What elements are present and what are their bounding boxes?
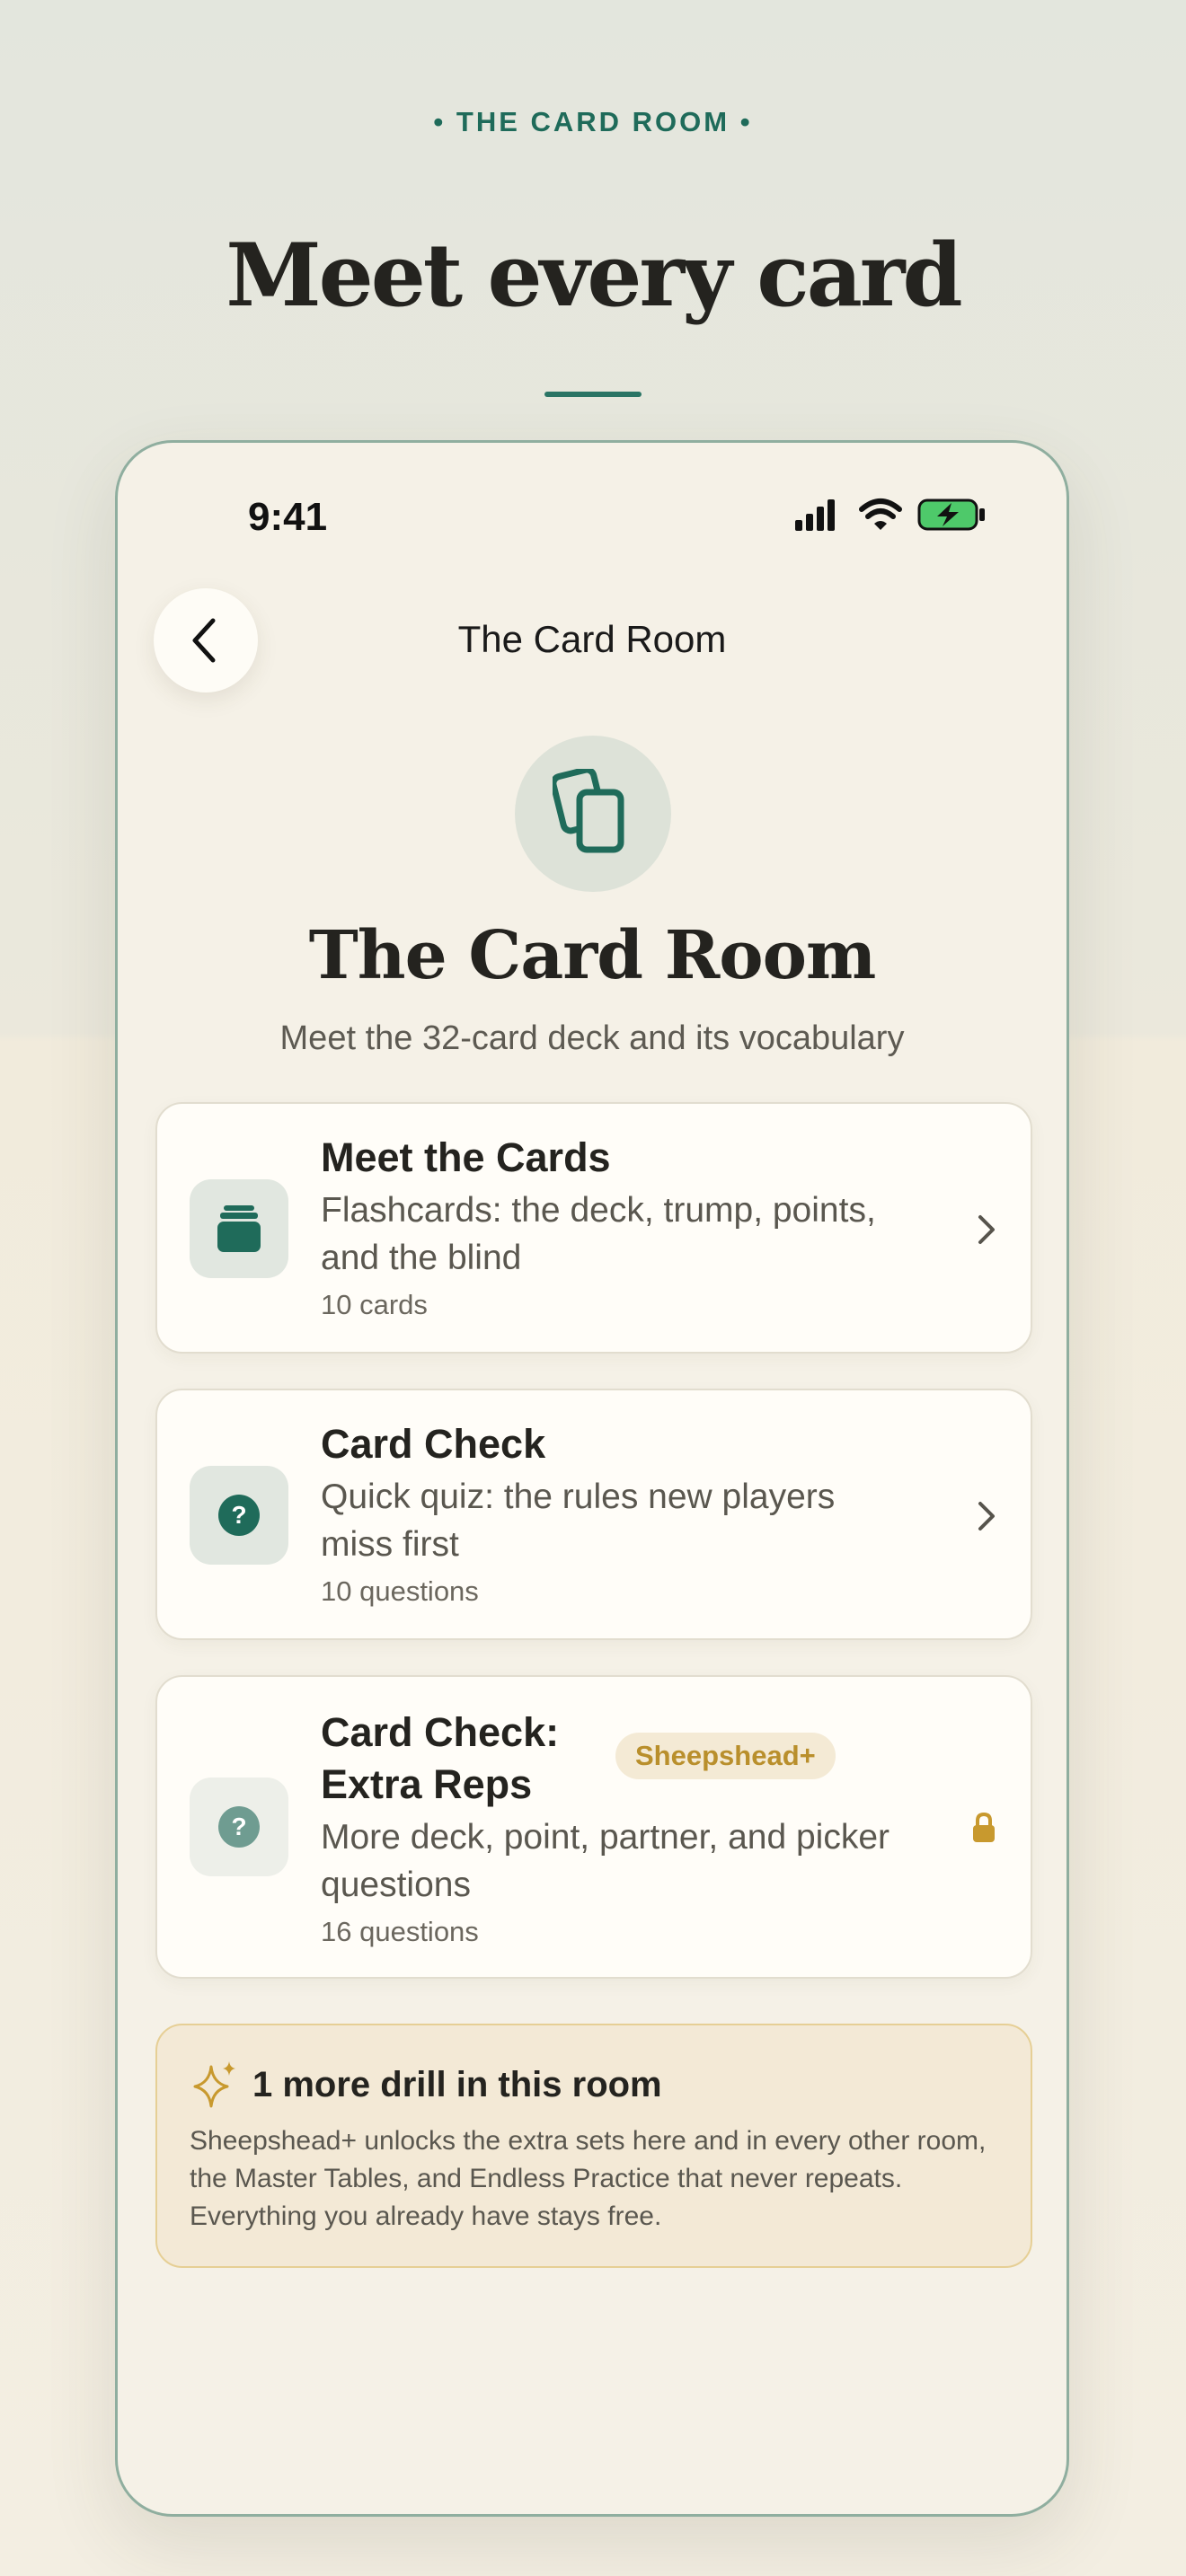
card-stack-icon <box>217 1205 261 1252</box>
item-title-line-2: Extra Reps <box>321 1761 533 1807</box>
question-circle-icon: ? <box>218 1806 260 1848</box>
upgrade-promo-card[interactable]: 1 more drill in this room Sheepshead+ un… <box>155 2024 1032 2268</box>
cards-icon <box>553 769 624 853</box>
eyebrow-label: • THE CARD ROOM • <box>433 106 753 137</box>
card-check-extra-reps-item[interactable]: ? Card Check: Extra Reps Sheepshead+ Mor… <box>155 1675 1032 1979</box>
item-icon-tile: ? <box>190 1778 288 1876</box>
card-check-item[interactable]: ? Card Check Quick quiz: the rules new p… <box>155 1389 1032 1640</box>
item-title-line-1: Card Check: <box>321 1709 560 1755</box>
signal-icon <box>795 499 835 531</box>
chevron-right-icon <box>978 1502 995 1531</box>
item-title: Card Check <box>321 1421 546 1467</box>
item-title: Meet the Cards <box>321 1134 611 1180</box>
status-icons <box>795 498 985 531</box>
item-description: More deck, point, partner, and picker qu… <box>321 1818 890 1904</box>
nav-title: The Card Room <box>457 618 727 660</box>
hero-title: The Card Room <box>308 917 877 994</box>
item-description: Flashcards: the deck, trump, points, and… <box>321 1191 876 1277</box>
chevron-right-icon <box>978 1215 995 1244</box>
promo-title: 1 more drill in this room <box>252 2065 662 2104</box>
item-meta: 16 questions <box>321 1916 479 1947</box>
phone-frame: 9:41 The Card Room The Card Room Meet th… <box>115 440 1069 2517</box>
question-circle-icon: ? <box>218 1495 260 1536</box>
battery-charging-icon <box>917 498 985 531</box>
headline: Meet every card <box>226 225 962 326</box>
item-description: Quick quiz: the rules new players miss f… <box>321 1478 836 1564</box>
premium-badge: Sheepshead+ <box>615 1733 836 1779</box>
item-meta: 10 cards <box>321 1289 428 1320</box>
status-time: 9:41 <box>248 495 328 539</box>
hero-subtitle: Meet the 32-card deck and its vocabulary <box>279 1019 905 1057</box>
promo-body: Sheepshead+ unlocks the extra sets here … <box>190 2126 987 2231</box>
hero-icon-circle <box>515 736 671 892</box>
headline-divider <box>544 392 642 397</box>
lock-icon <box>973 1812 995 1842</box>
svg-text:?: ? <box>231 1813 246 1840</box>
item-icon-tile <box>190 1179 288 1278</box>
sparkle-icon <box>193 2061 235 2108</box>
svg-text:?: ? <box>231 1501 246 1529</box>
meet-the-cards-item[interactable]: Meet the Cards Flashcards: the deck, tru… <box>155 1102 1032 1354</box>
item-meta: 10 questions <box>321 1575 479 1607</box>
item-icon-tile: ? <box>190 1466 288 1565</box>
wifi-icon <box>859 498 902 530</box>
